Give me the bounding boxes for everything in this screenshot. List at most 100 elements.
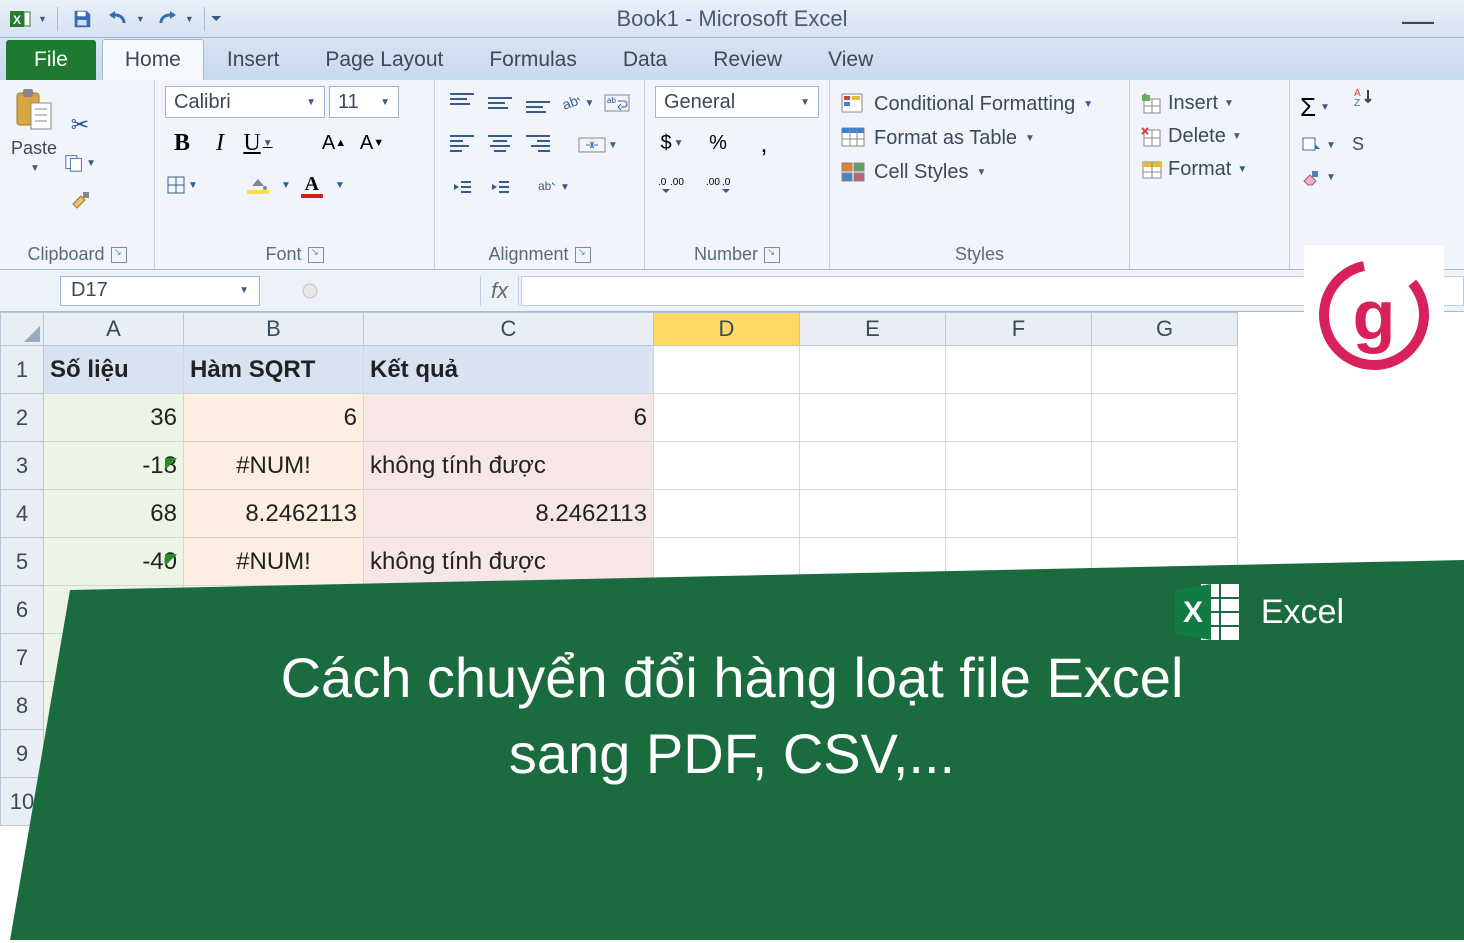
row-header[interactable]: 9 [0, 730, 44, 778]
tab-review[interactable]: Review [690, 39, 805, 80]
format-cells-button[interactable]: Format▼ [1140, 158, 1279, 181]
font-dialog-launcher[interactable] [308, 247, 324, 263]
qat-customize-dropdown-icon[interactable]: ⏷ [211, 10, 222, 27]
cell[interactable] [654, 586, 800, 634]
grow-font-button[interactable]: A▲ [317, 126, 351, 160]
orientation-2-button[interactable]: ab ▼ [535, 170, 571, 204]
col-header-b[interactable]: B [184, 312, 364, 346]
shrink-font-button[interactable]: A▼ [355, 126, 389, 160]
cell[interactable]: Số liệu [44, 346, 184, 394]
insert-cells-button[interactable]: Insert▼ [1140, 92, 1279, 115]
tab-file[interactable]: File [6, 40, 96, 80]
italic-button[interactable]: I [203, 126, 237, 160]
cell[interactable] [364, 586, 654, 634]
name-box[interactable]: D17▼ [60, 276, 260, 306]
cell[interactable] [1092, 490, 1238, 538]
align-left-button[interactable] [445, 128, 479, 162]
increase-decimal-button[interactable]: .0.00 [655, 168, 689, 202]
cell[interactable] [946, 346, 1092, 394]
align-top-button[interactable] [445, 86, 479, 120]
row-header[interactable]: 4 [0, 490, 44, 538]
clear-button[interactable]: ▼ [1300, 167, 1370, 187]
save-button[interactable] [68, 5, 96, 33]
cell[interactable] [946, 538, 1092, 586]
copy-button[interactable]: ▼ [64, 149, 96, 177]
tab-page-layout[interactable]: Page Layout [302, 39, 466, 80]
row-header[interactable]: 2 [0, 394, 44, 442]
sort-filter-button[interactable]: AZ [1352, 86, 1376, 110]
row-header[interactable]: 1 [0, 346, 44, 394]
font-color-button[interactable]: A [295, 168, 329, 202]
undo-button[interactable] [104, 5, 132, 33]
percent-button[interactable]: % [701, 126, 735, 160]
cell[interactable]: 36 [44, 394, 184, 442]
undo-dropdown-icon[interactable]: ▼ [136, 14, 145, 24]
cell[interactable] [1092, 394, 1238, 442]
underline-button[interactable]: U▼ [241, 126, 275, 160]
cell[interactable]: không tính được [364, 442, 654, 490]
col-header-a[interactable]: A [44, 312, 184, 346]
tab-data[interactable]: Data [600, 39, 690, 80]
cell[interactable] [184, 586, 364, 634]
row-header[interactable]: 5 [0, 538, 44, 586]
conditional-formatting-button[interactable]: Conditional Formatting▼ [840, 92, 1119, 116]
fill-color-button[interactable] [241, 168, 275, 202]
cut-button[interactable]: ✂ [64, 111, 96, 139]
number-dialog-launcher[interactable] [764, 247, 780, 263]
cell[interactable] [946, 394, 1092, 442]
cell[interactable] [654, 538, 800, 586]
decrease-indent-button[interactable] [445, 170, 479, 204]
cell[interactable] [800, 538, 946, 586]
insert-function-button[interactable]: fx [480, 276, 519, 306]
col-header-d[interactable]: D [654, 312, 800, 346]
tab-view[interactable]: View [805, 39, 896, 80]
row-header[interactable]: 7 [0, 634, 44, 682]
comma-button[interactable]: , [747, 126, 781, 160]
font-name-combo[interactable]: Calibri▼ [165, 86, 325, 118]
cell[interactable] [800, 442, 946, 490]
cell[interactable] [654, 346, 800, 394]
wrap-text-button[interactable]: ab [600, 86, 634, 120]
cell[interactable] [44, 586, 184, 634]
row-header[interactable]: 6 [0, 586, 44, 634]
cell[interactable] [654, 490, 800, 538]
cell-styles-button[interactable]: Cell Styles▼ [840, 160, 1119, 184]
cell[interactable]: 8.2462113 [364, 490, 654, 538]
orientation-button[interactable]: ab ▼ [559, 86, 596, 120]
select-all-corner[interactable] [0, 312, 44, 346]
bold-button[interactable]: B [165, 126, 199, 160]
font-size-combo[interactable]: 11▼ [329, 86, 399, 118]
cell[interactable]: -18 [44, 442, 184, 490]
cell[interactable] [946, 442, 1092, 490]
cell[interactable] [946, 490, 1092, 538]
number-format-combo[interactable]: General▼ [655, 86, 819, 118]
format-as-table-button[interactable]: Format as Table▼ [840, 126, 1119, 150]
row-header[interactable]: 8 [0, 682, 44, 730]
tab-home[interactable]: Home [102, 39, 204, 80]
decrease-decimal-button[interactable]: .00.0 [703, 168, 737, 202]
cell[interactable] [800, 490, 946, 538]
cell[interactable]: không tính được [364, 538, 654, 586]
col-header-f[interactable]: F [946, 312, 1092, 346]
col-header-e[interactable]: E [800, 312, 946, 346]
cell[interactable] [1092, 538, 1238, 586]
cell[interactable] [654, 394, 800, 442]
app-menu-dropdown-icon[interactable]: ▼ [38, 14, 47, 24]
fill-color-dropdown-icon[interactable]: ▼ [281, 180, 291, 191]
tab-insert[interactable]: Insert [204, 39, 303, 80]
row-header[interactable]: 3 [0, 442, 44, 490]
cell[interactable]: #NUM! [184, 538, 364, 586]
cell[interactable]: 68 [44, 490, 184, 538]
cell[interactable] [654, 442, 800, 490]
cell[interactable] [946, 586, 1092, 634]
redo-dropdown-icon[interactable]: ▼ [185, 14, 194, 24]
tab-formulas[interactable]: Formulas [466, 39, 600, 80]
cell[interactable] [800, 394, 946, 442]
merge-center-button[interactable]: ▼ [573, 128, 623, 162]
col-header-c[interactable]: C [364, 312, 654, 346]
accounting-format-button[interactable]: $▼ [655, 126, 689, 160]
cell[interactable]: #NUM! [184, 442, 364, 490]
borders-button[interactable]: ▼ [165, 168, 199, 202]
cell[interactable] [800, 346, 946, 394]
cell[interactable] [800, 586, 946, 634]
